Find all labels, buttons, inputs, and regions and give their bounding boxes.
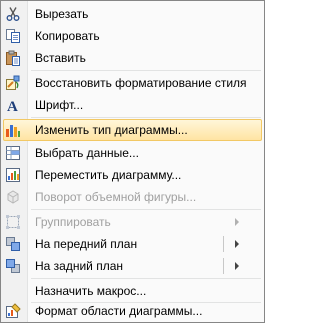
menu-item-label: Восстановить форматирование стиля <box>35 76 247 90</box>
menu-item-label: Группировать <box>35 215 111 229</box>
paste-icon <box>5 50 21 66</box>
menu-item-send-back[interactable]: На задний план <box>3 255 262 277</box>
send-back-icon <box>5 258 21 274</box>
menu-item-group: Группировать <box>3 211 262 233</box>
format-area-icon <box>5 303 21 319</box>
menu-item-font[interactable]: A Шрифт... <box>3 94 262 116</box>
bring-front-icon <box>5 236 21 252</box>
menu-item-bring-front[interactable]: На передний план <box>3 233 262 255</box>
menu-item-label: Копировать <box>35 29 100 43</box>
menu-item-label: На передний план <box>35 237 138 251</box>
menu-item-move-chart[interactable]: Переместить диаграмму... <box>3 164 262 186</box>
rotate-3d-icon <box>5 189 21 205</box>
split-divider <box>223 258 224 274</box>
menu-item-label: Вставить <box>35 51 86 65</box>
select-data-icon <box>5 145 21 161</box>
menu-item-paste[interactable]: Вставить <box>3 47 262 69</box>
menu-separator <box>31 70 261 71</box>
menu-item-copy[interactable]: Копировать <box>3 25 262 47</box>
menu-item-select-data[interactable]: Выбрать данные... <box>3 142 262 164</box>
font-icon: A <box>5 97 21 115</box>
copy-icon <box>5 28 21 44</box>
svg-text:A: A <box>7 99 18 113</box>
menu-item-rotate-3d: Поворот объемной фигуры... <box>3 186 262 208</box>
submenu-arrow-icon[interactable] <box>235 240 239 248</box>
menu-item-label: Переместить диаграмму... <box>35 168 182 182</box>
move-chart-icon <box>5 167 21 183</box>
menu-item-change-chart-type[interactable]: Изменить тип диаграммы... <box>3 119 262 141</box>
submenu-arrow-icon[interactable] <box>235 262 239 270</box>
menu-separator <box>31 117 261 118</box>
menu-item-label: Шрифт... <box>35 98 84 112</box>
menu-item-label: Поворот объемной фигуры... <box>35 190 197 204</box>
menu-item-label: Формат области диаграммы... <box>35 304 203 318</box>
context-menu: Вырезать Копировать Вставить Восстановит… <box>0 0 265 323</box>
chart-type-icon <box>5 122 21 138</box>
scissors-icon <box>5 6 21 22</box>
menu-item-format-chart-area[interactable]: Формат области диаграммы... <box>3 300 262 322</box>
reset-style-icon <box>5 75 21 91</box>
group-icon <box>5 214 21 230</box>
menu-separator <box>31 278 261 279</box>
menu-separator <box>31 209 261 210</box>
menu-item-assign-macro[interactable]: Назначить макрос... <box>3 280 262 302</box>
menu-item-cut[interactable]: Вырезать <box>3 3 262 25</box>
menu-item-label: Вырезать <box>35 7 89 21</box>
menu-item-label: Изменить тип диаграммы... <box>35 123 188 137</box>
submenu-arrow-icon <box>235 218 239 226</box>
menu-item-label: Назначить макрос... <box>35 284 147 298</box>
menu-item-label: Выбрать данные... <box>35 146 139 160</box>
menu-item-reset-style[interactable]: Восстановить форматирование стиля <box>3 72 262 94</box>
menu-item-label: На задний план <box>35 259 124 273</box>
split-divider <box>223 236 224 252</box>
